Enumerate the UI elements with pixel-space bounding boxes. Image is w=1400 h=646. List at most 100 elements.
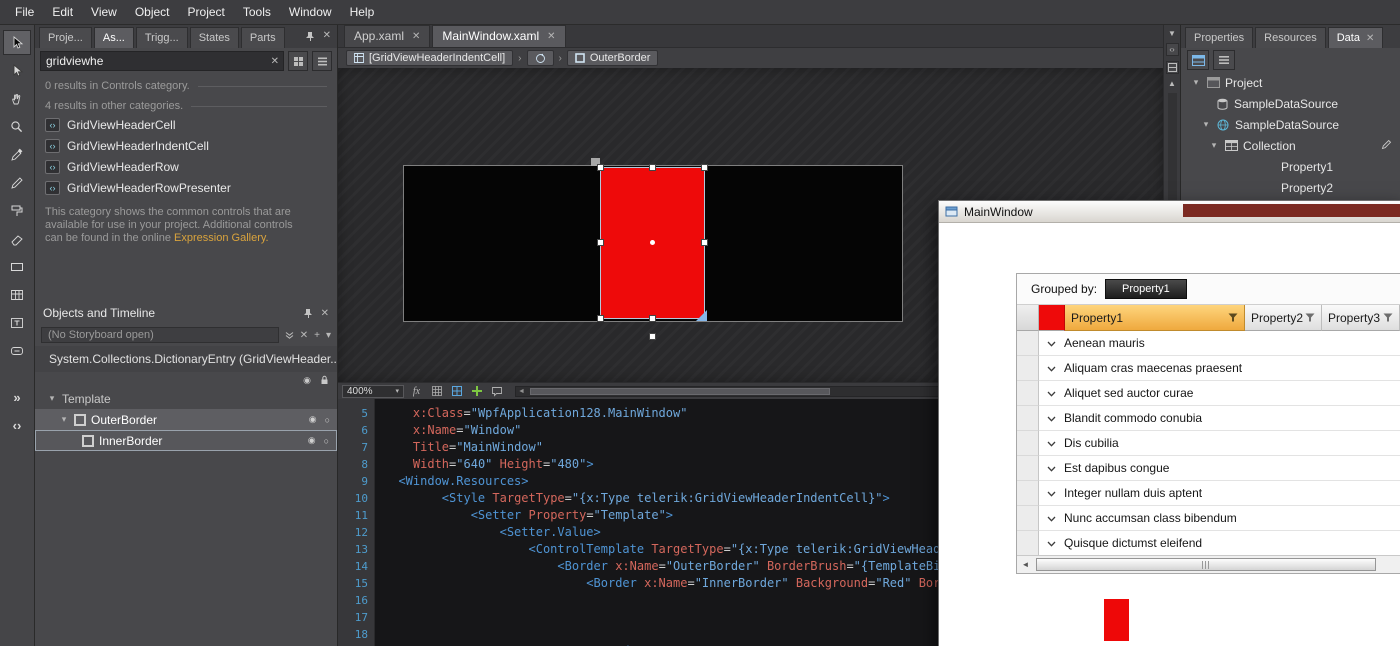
clear-search-icon[interactable]: ✕: [271, 56, 279, 67]
expand-chevron-icon[interactable]: [1047, 536, 1056, 550]
group-chip-property1[interactable]: Property1: [1105, 279, 1187, 299]
annotations-button[interactable]: [489, 386, 504, 397]
eyedropper-tool-button[interactable]: [3, 142, 31, 167]
expander-icon[interactable]: ▾: [1201, 119, 1211, 130]
scrollbar-thumb[interactable]: [1036, 558, 1376, 571]
list-view-mode-button[interactable]: [312, 51, 332, 71]
resize-handle-right[interactable]: [701, 239, 708, 246]
menu-item-project[interactable]: Project: [179, 1, 234, 23]
asset-result-item[interactable]: ‹› GridViewHeaderCell: [35, 114, 337, 135]
zoom-tool-button[interactable]: [3, 114, 31, 139]
new-storyboard-icon[interactable]: +: [314, 330, 320, 341]
close-icon[interactable]: ✕: [321, 308, 329, 319]
asset-result-item[interactable]: ‹› GridViewHeaderRowPresenter: [35, 177, 337, 198]
asset-result-item[interactable]: ‹› GridViewHeaderIndentCell: [35, 135, 337, 156]
edit-collection-icon[interactable]: [1381, 139, 1400, 153]
xaml-brackets-tool-button[interactable]: ‹›: [3, 413, 31, 438]
breadcrumb-current-chip[interactable]: OuterBorder: [566, 50, 659, 66]
expander-icon[interactable]: ▾: [59, 414, 69, 425]
direct-selection-tool-button[interactable]: [3, 58, 31, 83]
data-tree-item-sampledatasource-root[interactable]: ▾ SampleDataSource: [1181, 114, 1400, 135]
expander-icon[interactable]: ▾: [1209, 140, 1219, 151]
snap-snaplines-button[interactable]: [469, 385, 484, 397]
resize-handle-left[interactable]: [597, 239, 604, 246]
grid-group-row[interactable]: Nunc accumsan class bibendum: [1017, 506, 1400, 531]
expand-chevron-icon[interactable]: [1047, 511, 1056, 525]
panel-menu-icon[interactable]: ▼: [1168, 29, 1176, 38]
resize-grip-bottom-right[interactable]: [696, 310, 707, 321]
close-icon[interactable]: ✕: [547, 31, 555, 42]
assets-tab-as[interactable]: As...: [93, 27, 134, 48]
resize-handle-top[interactable]: [648, 164, 656, 171]
xaml-view-button[interactable]: ‹›: [1165, 43, 1179, 56]
expand-chevron-icon[interactable]: [1047, 386, 1056, 400]
filter-funnel-icon[interactable]: [1383, 313, 1393, 322]
data-tree-item-collection[interactable]: ▾ Collection: [1181, 135, 1400, 156]
snap-grid-button[interactable]: [449, 385, 464, 397]
data-tree-item-property2[interactable]: Property2: [1181, 177, 1400, 198]
assets-tool-button[interactable]: »: [3, 385, 31, 410]
expander-icon[interactable]: ▾: [1191, 77, 1201, 88]
common-controls-tool-button[interactable]: [3, 338, 31, 363]
visibility-eye-icon[interactable]: ◉: [308, 435, 316, 446]
close-icon[interactable]: ✕: [412, 31, 420, 42]
grid-group-row[interactable]: Aenean mauris: [1017, 331, 1400, 356]
assets-tab-parts[interactable]: Parts: [240, 27, 285, 48]
resize-handle-bottom[interactable]: [648, 315, 656, 322]
breadcrumb-root-chip[interactable]: [GridViewHeaderIndentCell]: [346, 50, 514, 66]
scroll-left-icon[interactable]: ◄: [1017, 556, 1034, 573]
breadcrumb-scope-up-chip[interactable]: [526, 50, 554, 66]
show-gridlines-button[interactable]: [429, 385, 444, 397]
textbox-tool-button[interactable]: [3, 310, 31, 335]
panel-tab-properties[interactable]: Properties: [1185, 27, 1254, 48]
grid-group-row[interactable]: Blandit commodo conubia: [1017, 406, 1400, 431]
close-storyboard-icon[interactable]: ✕: [300, 330, 308, 341]
visibility-eye-icon[interactable]: ◉: [309, 414, 317, 425]
rectangle-tool-button[interactable]: [3, 254, 31, 279]
split-view-button[interactable]: [1165, 61, 1179, 74]
brush-tool-button[interactable]: [3, 198, 31, 223]
tree-item-outerborder[interactable]: ▾ OuterBorder ◉ ○: [35, 409, 337, 430]
expand-chevron-icon[interactable]: [1047, 461, 1056, 475]
data-sources-view-button[interactable]: [1187, 50, 1209, 70]
tree-item-template[interactable]: ▾ Template: [35, 388, 337, 409]
close-icon[interactable]: ✕: [323, 30, 331, 41]
filter-funnel-icon[interactable]: [1305, 313, 1315, 322]
storyboard-options-icon[interactable]: ▾: [326, 330, 331, 341]
expand-chevron-icon[interactable]: [1047, 486, 1056, 500]
grid-group-row[interactable]: Aliquet sed auctor curae: [1017, 381, 1400, 406]
filter-funnel-icon[interactable]: [1228, 313, 1238, 322]
column-header-property1[interactable]: Property1: [1065, 305, 1245, 331]
double-chevron-down-icon[interactable]: [285, 331, 294, 340]
grid-horizontal-scrollbar[interactable]: ◄: [1017, 555, 1400, 573]
pin-icon[interactable]: [303, 308, 313, 318]
panel-tab-resources[interactable]: Resources: [1255, 27, 1326, 48]
resize-handle-top-right[interactable]: [701, 164, 708, 171]
document-tab-mainwindow-xaml[interactable]: MainWindow.xaml ✕: [432, 25, 566, 47]
scroll-up-icon[interactable]: ▲: [1168, 79, 1176, 88]
zoom-level-select[interactable]: 400% ▾: [342, 384, 404, 398]
group-panel[interactable]: Grouped by: Property1: [1017, 274, 1400, 305]
eraser-tool-button[interactable]: [3, 226, 31, 251]
expand-chevron-icon[interactable]: [1047, 336, 1056, 350]
expander-icon[interactable]: ▾: [47, 393, 57, 404]
pan-tool-button[interactable]: [3, 86, 31, 111]
scroll-left-icon[interactable]: ◄: [518, 388, 525, 395]
close-icon[interactable]: ✕: [1366, 33, 1374, 44]
column-header-property2[interactable]: Property2: [1245, 305, 1322, 331]
grid-view-mode-button[interactable]: [288, 51, 308, 71]
assets-tab-proje[interactable]: Proje...: [39, 27, 92, 48]
resize-handle-top-left[interactable]: [597, 164, 604, 171]
scrollbar-thumb[interactable]: [530, 387, 830, 395]
storyboard-picker[interactable]: (No Storyboard open): [41, 327, 279, 343]
data-tree-item-property1[interactable]: Property1: [1181, 156, 1400, 177]
expression-gallery-link[interactable]: Expression Gallery.: [174, 232, 269, 244]
expand-chevron-icon[interactable]: [1047, 436, 1056, 450]
data-tree-item-sampledatasource-file[interactable]: SampleDataSource: [1181, 93, 1400, 114]
expand-chevron-icon[interactable]: [1047, 411, 1056, 425]
lock-state-icon[interactable]: ○: [325, 415, 330, 425]
assets-tab-states[interactable]: States: [189, 27, 239, 48]
asset-search-input[interactable]: [41, 54, 283, 68]
effects-toggle-button[interactable]: fx: [409, 386, 424, 397]
grid-group-row[interactable]: Est dapibus congue: [1017, 456, 1400, 481]
